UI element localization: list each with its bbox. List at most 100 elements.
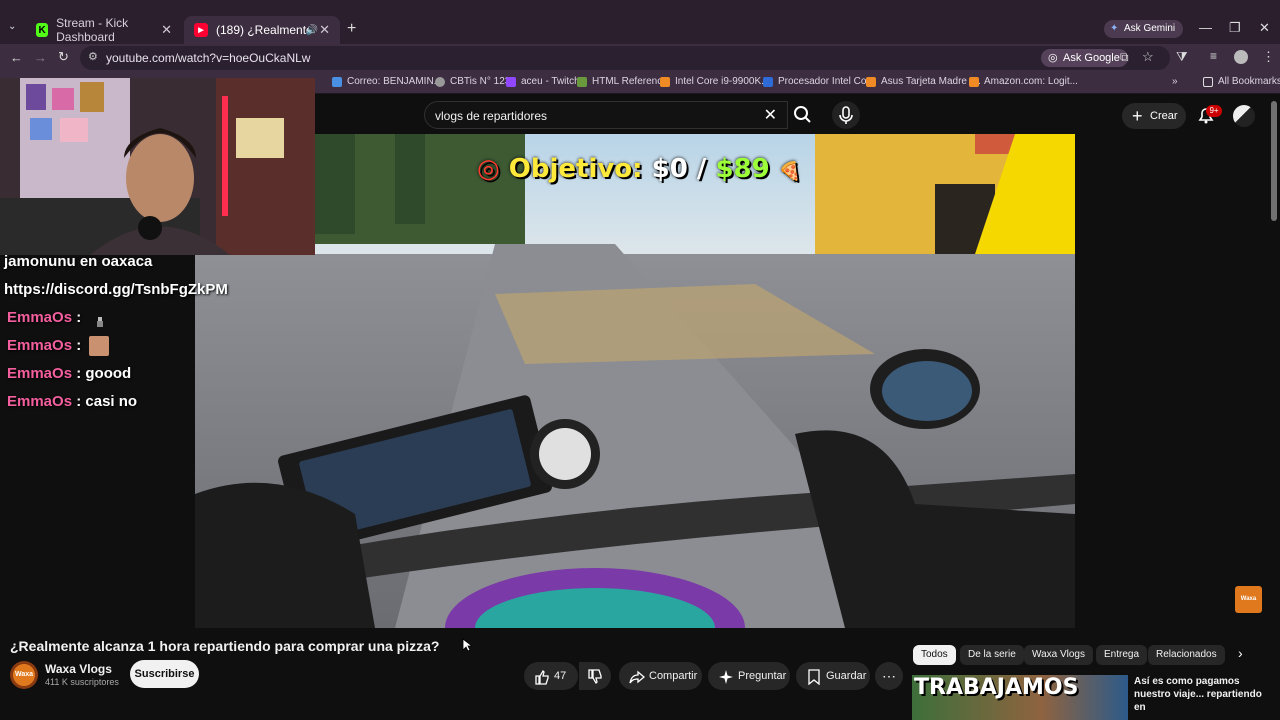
channel-name[interactable]: Waxa Vlogs xyxy=(45,662,112,676)
kick-icon: K xyxy=(36,23,49,37)
create-button[interactable]: + Crear xyxy=(1122,103,1186,129)
pizza-icon: 🍕 xyxy=(778,161,802,182)
scrollbar[interactable] xyxy=(1270,97,1278,717)
like-button[interactable]: 47 xyxy=(524,662,578,690)
scrollbar-thumb[interactable] xyxy=(1271,101,1277,221)
chip-waxa-vlogs[interactable]: Waxa Vlogs xyxy=(1024,645,1093,665)
bookmark-item[interactable]: Asus Tarjeta Madre I... xyxy=(866,76,981,87)
goal-target: $89 xyxy=(715,154,770,184)
chat-link[interactable]: https://discord.gg/TsnbFgZkPM xyxy=(4,281,228,298)
address-bar-row: ← → ↻ ⚙ youtube.com/watch?v=hoeOuCkaNLw … xyxy=(0,44,1280,72)
bookmark-item[interactable]: Procesador Intel Co... xyxy=(763,76,875,87)
bookmark-item[interactable]: aceu - Twitch xyxy=(506,76,580,87)
voice-search-button[interactable] xyxy=(832,101,860,129)
minimize-icon[interactable]: — xyxy=(1199,20,1212,35)
recommended-title[interactable]: Así es como pagamos nuestro viaje... rep… xyxy=(1134,675,1264,714)
omnibox[interactable]: ⚙ youtube.com/watch?v=hoeOuCkaNLw ◎ Ask … xyxy=(80,46,1170,70)
ask-gemini-button[interactable]: ✦ Ask Gemini xyxy=(1104,20,1184,38)
bookmark-item[interactable]: CBTis N° 123 xyxy=(435,76,510,87)
close-window-icon[interactable]: ✕ xyxy=(1259,20,1270,36)
channel-avatar[interactable]: Waxa xyxy=(10,661,38,689)
gemini-icon: ✦ xyxy=(1110,23,1119,34)
tab-title: Stream - Kick Dashboard xyxy=(56,16,129,44)
close-icon[interactable]: ✕ xyxy=(161,22,172,38)
chip-entrega[interactable]: Entrega xyxy=(1096,645,1148,665)
bookmark-item[interactable]: Amazon.com: Logit... xyxy=(969,76,1078,87)
stream-chat-overlay: jamonunu en oaxaca https://discord.gg/Ts… xyxy=(0,248,230,416)
tab-kick-dashboard[interactable]: K Stream - Kick Dashboard ✕ xyxy=(26,16,182,44)
w3-icon xyxy=(577,76,587,87)
new-tab-icon[interactable]: + xyxy=(347,20,356,38)
restore-icon[interactable]: ❐ xyxy=(1229,20,1241,36)
profile-icon[interactable] xyxy=(1234,50,1248,64)
mouse-cursor-icon xyxy=(462,638,472,652)
bookmark-icon xyxy=(808,669,820,685)
chat-message: EmmaOs : xyxy=(7,304,230,332)
speaker-icon[interactable]: 🔊 xyxy=(306,25,318,36)
ask-button[interactable]: Preguntar xyxy=(708,662,790,690)
lens-icon: ◎ xyxy=(1048,52,1058,64)
install-icon[interactable]: ⧉ xyxy=(1120,50,1129,65)
clear-icon[interactable]: ✕ xyxy=(764,105,777,125)
chat-message: EmmaOs : goood xyxy=(7,360,230,388)
chat-message: EmmaOs : xyxy=(7,332,230,360)
tab-search-icon[interactable]: ⌄ xyxy=(8,21,16,32)
ask-google-button[interactable]: ◎ Ask Google xyxy=(1041,49,1128,67)
webcam-overlay xyxy=(0,78,315,255)
all-bookmarks[interactable]: All Bookmarks xyxy=(1203,76,1280,87)
youtube-icon: ▶ xyxy=(194,23,208,37)
mail-icon xyxy=(332,76,342,87)
search-input[interactable]: vlogs de repartidores ✕ xyxy=(424,101,788,129)
search-query[interactable]: vlogs de repartidores xyxy=(435,109,547,123)
bookmark-item[interactable]: HTML Reference xyxy=(577,76,668,87)
ask-gemini-label: Ask Gemini xyxy=(1124,23,1176,34)
emote-icon xyxy=(89,336,110,357)
search-icon xyxy=(794,106,811,123)
channel-watermark[interactable]: Waxa xyxy=(1235,586,1262,613)
thumbs-up-icon xyxy=(535,669,549,685)
chat-message: https://discord.gg/TsnbFgZkPM xyxy=(4,276,230,304)
goal-separator: / xyxy=(696,154,707,184)
tab-youtube-video[interactable]: ▶ (189) ¿Realmente alcanza 1 🔊 ✕ xyxy=(184,16,340,44)
bookmark-star-icon[interactable]: ☆ xyxy=(1142,49,1154,65)
folder-icon xyxy=(1203,76,1213,87)
more-actions-button[interactable]: ⋯ xyxy=(875,662,903,690)
media-icon[interactable]: ≡ xyxy=(1210,49,1217,63)
intel-icon xyxy=(763,76,773,87)
subscribe-button[interactable]: Suscribirse xyxy=(130,660,199,688)
chip-relacionados[interactable]: Relacionados xyxy=(1148,645,1225,665)
video-player[interactable]: ◎ Objetivo: $0 / $89 🍕 xyxy=(195,134,1075,628)
bookmark-item[interactable]: Intel Core i9-9900K... xyxy=(660,76,770,87)
close-icon[interactable]: ✕ xyxy=(319,22,330,38)
subscriber-count: 411 K suscriptores xyxy=(45,677,119,687)
chevron-right-icon[interactable]: › xyxy=(1238,645,1243,661)
chat-username: EmmaOs xyxy=(7,393,73,410)
thumbs-down-icon xyxy=(588,669,602,685)
forward-icon[interactable]: → xyxy=(34,50,47,65)
sparkle-icon xyxy=(719,670,733,684)
search-button[interactable] xyxy=(788,101,818,129)
like-count: 47 xyxy=(554,670,567,682)
more-bookmarks-icon[interactable]: » xyxy=(1172,76,1178,87)
save-button[interactable]: Guardar xyxy=(796,662,870,690)
microphone-icon xyxy=(839,106,853,124)
chip-de-la-serie[interactable]: De la serie xyxy=(960,645,1024,665)
back-icon[interactable]: ← xyxy=(10,50,23,65)
chip-todos[interactable]: Todos xyxy=(913,645,956,665)
recommended-thumbnail[interactable]: TRABAJAMOS xyxy=(912,675,1128,720)
site-info-icon[interactable]: ⚙ xyxy=(88,50,98,63)
bookmark-item[interactable]: Correo: BENJAMIN... xyxy=(332,76,442,87)
thumbnail-text: TRABAJAMOS xyxy=(914,675,1079,700)
share-button[interactable]: Compartir xyxy=(619,662,702,690)
reload-icon[interactable]: ↻ xyxy=(58,49,69,65)
chat-message: EmmaOs : casi no xyxy=(7,388,230,416)
twitch-icon xyxy=(506,76,516,87)
dislike-button[interactable] xyxy=(579,662,611,690)
chat-text: : xyxy=(76,309,82,326)
avatar[interactable] xyxy=(1233,105,1255,127)
extensions-icon[interactable]: ⧩ xyxy=(1176,49,1188,65)
url-text[interactable]: youtube.com/watch?v=hoeOuCkaNLw xyxy=(106,51,310,65)
menu-icon[interactable]: ⋮ xyxy=(1262,49,1275,65)
ask-label: Preguntar xyxy=(738,670,787,682)
tab-title: (189) ¿Realmente alcanza 1 xyxy=(216,23,316,37)
